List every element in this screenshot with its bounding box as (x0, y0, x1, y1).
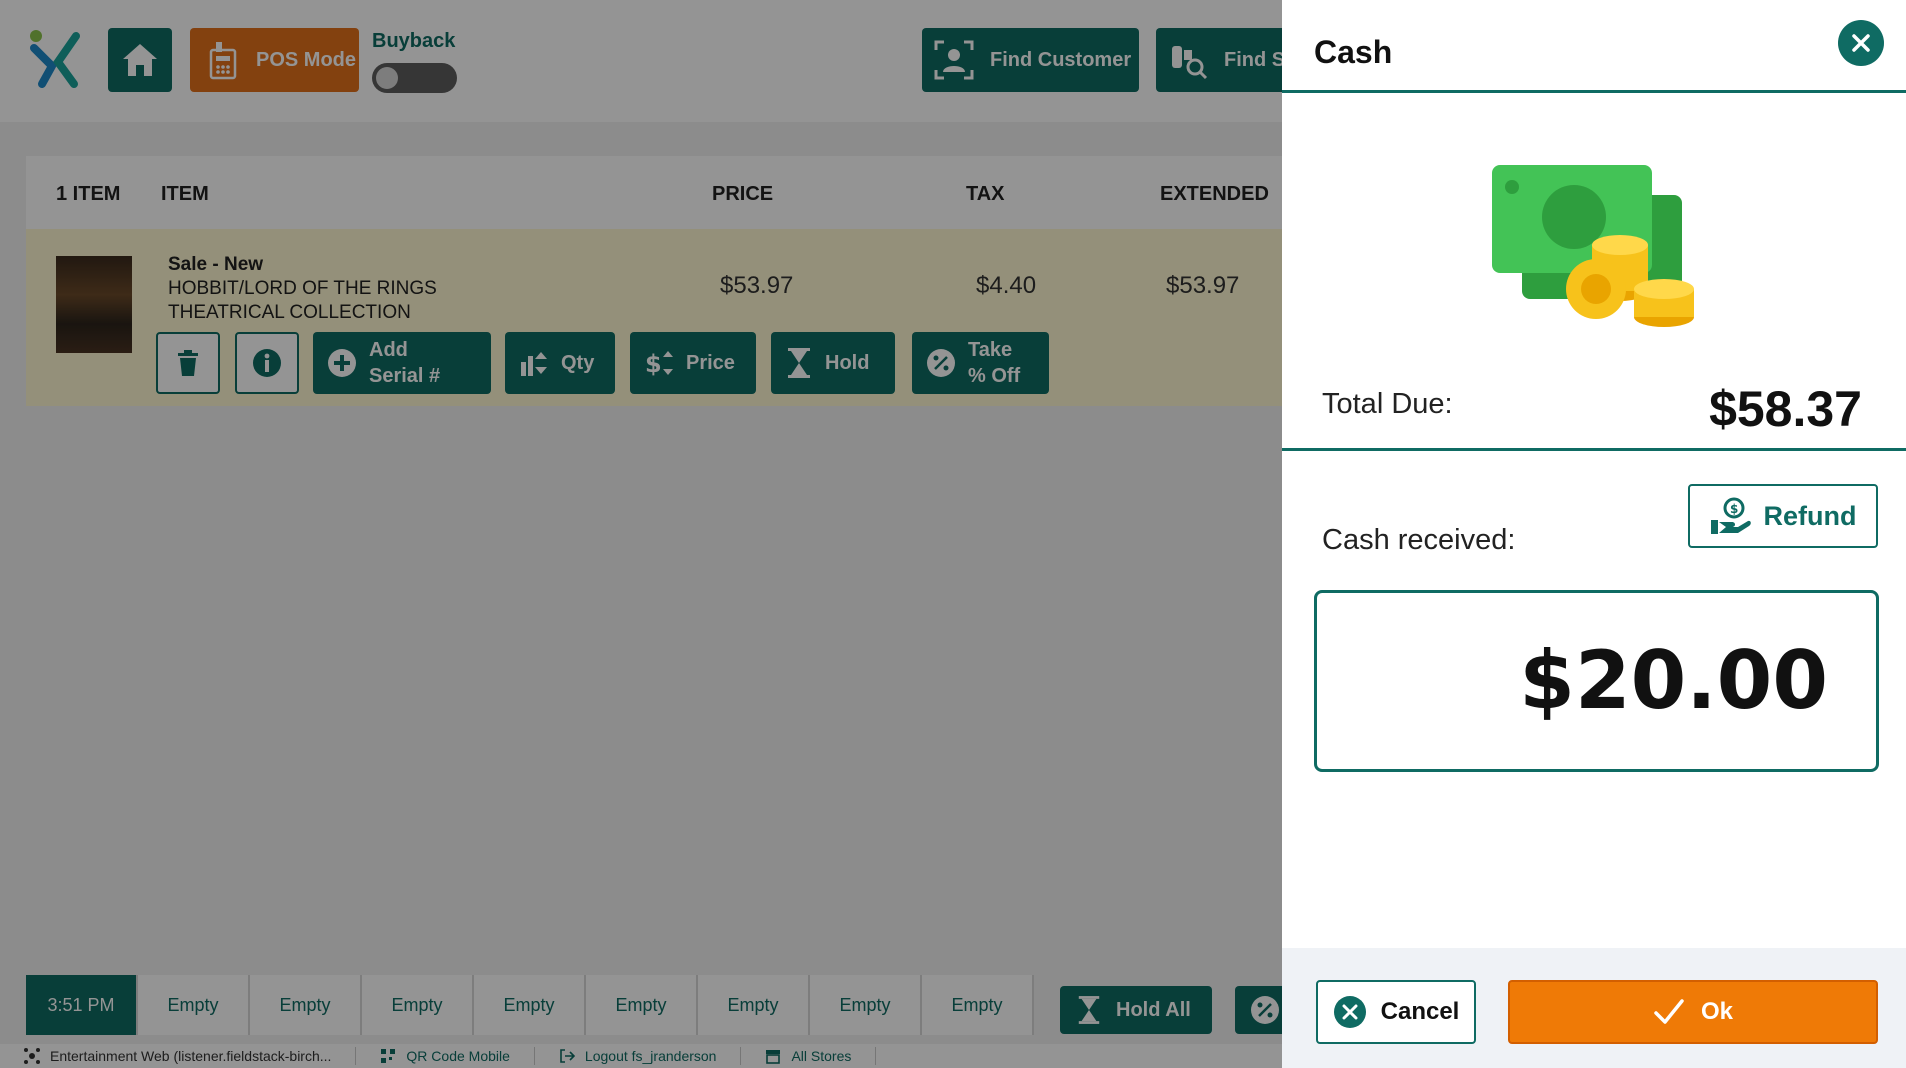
cancel-label: Cancel (1380, 998, 1460, 1025)
ok-button[interactable]: Ok (1508, 980, 1878, 1044)
modal-overlay[interactable] (0, 0, 1282, 1068)
refund-button[interactable]: $ Refund (1688, 484, 1878, 548)
panel-footer: Cancel Ok (1282, 948, 1906, 1068)
pos-app: POS Mode Buyback Find Customer Find S 1 … (0, 0, 1906, 1068)
cash-coins-icon (1492, 165, 1702, 327)
close-icon (1852, 34, 1870, 52)
cash-received-label: Cash received: (1322, 524, 1516, 556)
svg-text:$: $ (1730, 502, 1738, 516)
refund-label: Refund (1763, 500, 1857, 531)
total-due-value: $58.37 (1709, 381, 1862, 437)
refund-hand-icon: $ (1710, 497, 1751, 534)
cash-payment-panel: Cash Total Due: $58.37 $ Refund Cash rec… (1282, 0, 1906, 1068)
cancel-button[interactable]: Cancel (1316, 980, 1476, 1044)
divider (1282, 448, 1906, 451)
checkmark-icon (1654, 999, 1684, 1024)
panel-title: Cash (1314, 34, 1393, 70)
total-due-label: Total Due: (1322, 388, 1453, 420)
cancel-icon (1333, 996, 1366, 1028)
close-button[interactable] (1838, 20, 1884, 66)
cash-received-input[interactable]: $20.00 (1314, 590, 1879, 772)
divider (1282, 90, 1906, 93)
ok-label: Ok (1700, 998, 1733, 1025)
